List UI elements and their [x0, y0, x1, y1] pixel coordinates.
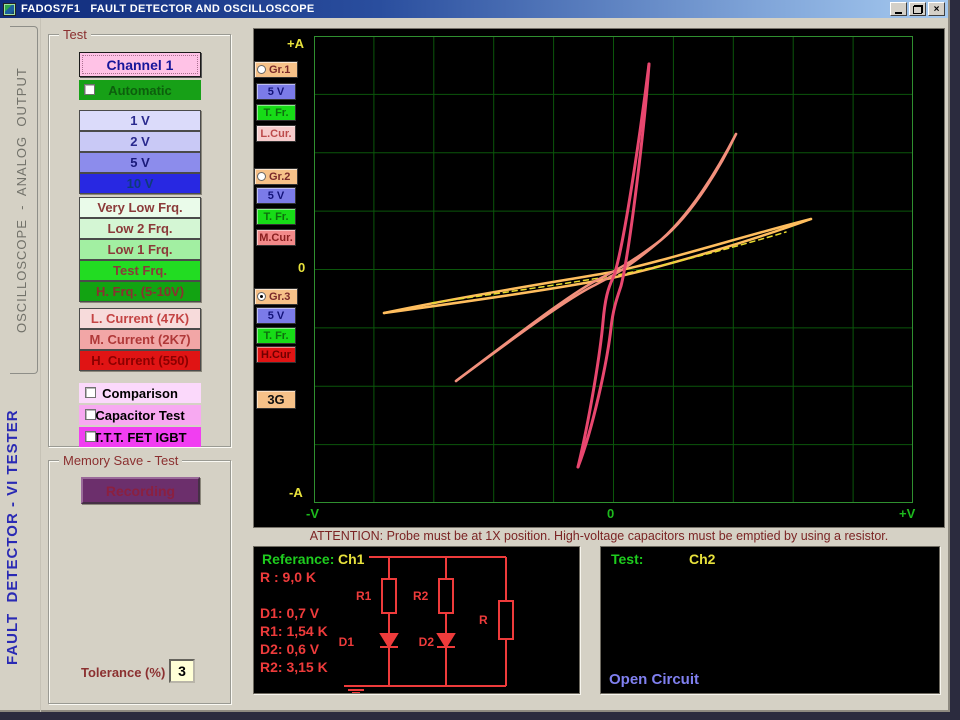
memory-save-groupbox: Memory Save - Test Recording Tolerance (… [48, 460, 231, 704]
voltage-2v-button[interactable]: 2 V [79, 131, 201, 152]
capacitor-test-label: Capacitor Test [95, 408, 184, 423]
memory-save-legend: Memory Save - Test [59, 453, 182, 468]
gr2-tfr-button[interactable]: T. Fr. [256, 208, 296, 225]
circuit-label-r: R [479, 613, 488, 627]
axis-label-zero-bottom: 0 [607, 506, 614, 521]
minimize-icon [895, 12, 902, 14]
comparison-checkbox-row[interactable]: Comparison [79, 383, 201, 403]
ttt-fet-igbt-checkbox[interactable] [85, 431, 96, 442]
close-icon: × [934, 4, 940, 15]
tab-fault-detector-vi-tester[interactable]: FAULT DETECTOR - VI TESTER [4, 372, 34, 702]
gr2-mcur-button[interactable]: M.Cur. [256, 229, 296, 246]
comparison-checkbox[interactable] [85, 387, 96, 398]
attention-message: ATTENTION: Probe must be at 1X position.… [253, 529, 945, 545]
freq-high-button[interactable]: H. Frq. (5-10V) [79, 281, 201, 302]
tolerance-input[interactable] [169, 659, 195, 683]
gr1-lcur-button[interactable]: L.Cur. [256, 125, 296, 142]
tab-oscilloscope-analog-output[interactable]: OSCILLOSCOPE - ANALOG OUTPUT [10, 26, 38, 374]
window-title: FADOS7F1 FAULT DETECTOR AND OSCILLOSCOPE [21, 3, 315, 15]
recording-button[interactable]: Recording [81, 477, 200, 504]
reference-r2-value: R2: 3,15 K [260, 659, 328, 675]
radio-gr2-label: Gr.2 [269, 171, 290, 183]
radio-gr1-dot [257, 65, 266, 74]
circuit-label-d1: D1 [339, 635, 355, 649]
freq-low1-button[interactable]: Low 1 Frq. [79, 239, 201, 260]
capacitor-test-checkbox-row[interactable]: Capacitor Test [79, 405, 201, 425]
reference-label: Referance: [262, 551, 334, 567]
reference-panel: Referance: Ch1 R : 9,0 K D1: 0,7 V R1: 1… [253, 546, 580, 694]
radio-gr3-dot [257, 292, 266, 301]
circuit-label-r2: R2 [413, 589, 429, 603]
voltage-5v-button[interactable]: 5 V [79, 152, 201, 173]
gr3-hcur-button[interactable]: H.Cur [256, 346, 296, 363]
circuit-label-r1: R1 [356, 589, 372, 603]
automatic-toggle[interactable]: Automatic [79, 80, 201, 100]
restore-button[interactable] [909, 2, 926, 16]
comparison-label: Comparison [102, 386, 178, 401]
gr3-5v-button[interactable]: 5 V [256, 307, 296, 324]
app-window: FADOS7F1 FAULT DETECTOR AND OSCILLOSCOPE… [0, 0, 950, 712]
3g-button[interactable]: 3G [256, 390, 296, 409]
ttt-fet-igbt-checkbox-row[interactable]: T.T.T. FET IGBT [79, 427, 201, 447]
current-low-button[interactable]: L. Current (47K) [79, 308, 201, 329]
scope-plot [314, 36, 913, 503]
restore-icon [913, 5, 923, 14]
circuit-diagram: R1 R2 R D1 D2 [326, 547, 576, 693]
reference-d1-value: D1: 0,7 V [260, 605, 319, 621]
test-result-label: Test: [611, 551, 643, 567]
test-result-status: Open Circuit [609, 671, 699, 688]
radio-gr3[interactable]: Gr.3 [254, 288, 298, 305]
channel-1-button[interactable]: Channel 1 [79, 52, 201, 77]
close-button[interactable]: × [928, 2, 945, 16]
oscilloscope-display: +A 0 -A -V 0 +V Gr.1 5 V T. Fr. L.Cur. G… [253, 28, 945, 528]
current-high-button[interactable]: H. Current (550) [79, 350, 201, 371]
freq-low2-button[interactable]: Low 2 Frq. [79, 218, 201, 239]
freq-very-low-button[interactable]: Very Low Frq. [79, 197, 201, 218]
axis-label-minus-a: -A [289, 485, 303, 500]
tab-page-edge [40, 18, 41, 712]
capacitor-test-checkbox[interactable] [85, 409, 96, 420]
radio-gr2[interactable]: Gr.2 [254, 168, 298, 185]
radio-gr3-label: Gr.3 [269, 291, 290, 303]
tolerance-label: Tolerance (%) [81, 665, 165, 680]
axis-label-zero-left: 0 [298, 260, 305, 275]
radio-gr1-label: Gr.1 [269, 64, 290, 76]
reference-r1-value: R1: 1,54 K [260, 623, 328, 639]
automatic-label: Automatic [108, 83, 172, 98]
circuit-label-d2: D2 [419, 635, 435, 649]
app-icon [3, 3, 16, 16]
current-medium-button[interactable]: M. Current (2K7) [79, 329, 201, 350]
voltage-1v-button[interactable]: 1 V [79, 110, 201, 131]
axis-label-plus-v: +V [899, 506, 915, 521]
minimize-button[interactable] [890, 2, 907, 16]
test-result-panel: Test: Ch2 Open Circuit [600, 546, 940, 694]
gr1-5v-button[interactable]: 5 V [256, 83, 296, 100]
test-groupbox-legend: Test [59, 27, 91, 42]
freq-test-button[interactable]: Test Frq. [79, 260, 201, 281]
reference-d2-value: D2: 0,6 V [260, 641, 319, 657]
test-result-channel: Ch2 [689, 551, 715, 567]
gr3-tfr-button[interactable]: T. Fr. [256, 327, 296, 344]
radio-gr2-dot [257, 172, 266, 181]
automatic-checkbox[interactable] [84, 84, 95, 95]
titlebar: FADOS7F1 FAULT DETECTOR AND OSCILLOSCOPE… [0, 0, 948, 18]
voltage-10v-button[interactable]: 10 V [79, 173, 201, 194]
reference-r-value: R : 9,0 K [260, 569, 316, 585]
axis-label-plus-a: +A [287, 36, 304, 51]
gr1-tfr-button[interactable]: T. Fr. [256, 104, 296, 121]
radio-gr1[interactable]: Gr.1 [254, 61, 298, 78]
test-groupbox: Test Channel 1 Automatic 1 V 2 V 5 V 10 … [48, 34, 231, 447]
axis-label-minus-v: -V [306, 506, 319, 521]
ttt-fet-igbt-label: T.T.T. FET IGBT [93, 430, 186, 445]
gr2-5v-button[interactable]: 5 V [256, 187, 296, 204]
